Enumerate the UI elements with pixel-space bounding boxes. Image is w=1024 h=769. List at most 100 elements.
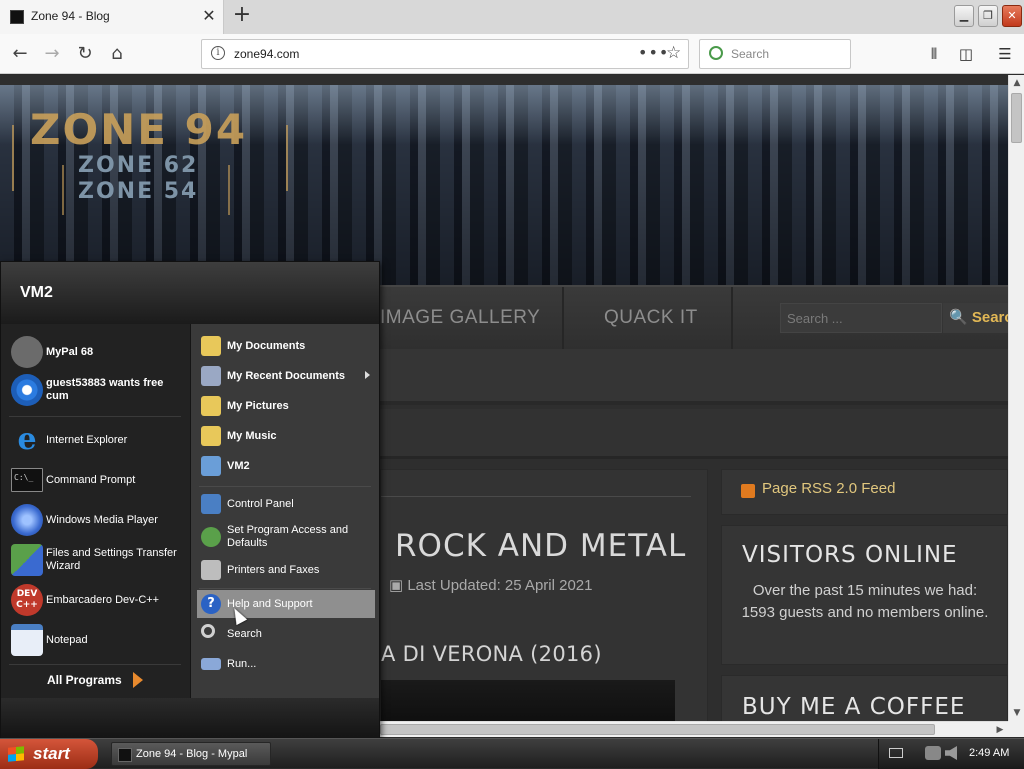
chrome-icon xyxy=(11,374,43,406)
program-notepad[interactable]: Notepad xyxy=(7,622,187,658)
place-label: Control Panel xyxy=(227,497,294,510)
ie-icon: e xyxy=(17,422,37,457)
start-button[interactable]: start xyxy=(0,739,98,769)
home-icon[interactable]: ⌂ xyxy=(103,40,131,68)
site-search-button-label: Search xyxy=(971,309,1008,326)
header-banner: ZONE 94 ZONE 62 ZONE 54 xyxy=(0,85,1008,285)
place-my-music[interactable]: My Music xyxy=(197,422,375,450)
menu-separator xyxy=(199,486,371,487)
help-icon: ? xyxy=(201,594,221,614)
magnifier-icon: 🔍 xyxy=(949,309,968,326)
place-my-documents[interactable]: My Documents xyxy=(197,332,375,360)
site-search-input[interactable]: Search ... xyxy=(780,303,942,333)
forward-arrow-icon[interactable]: → xyxy=(38,40,66,68)
program-transfer-wizard[interactable]: Files and Settings Transfer Wizard xyxy=(7,542,187,578)
close-window-button[interactable]: ✕ xyxy=(1002,5,1022,27)
browser-search-input[interactable]: Search xyxy=(699,39,851,69)
menu-separator xyxy=(199,588,371,589)
url-text[interactable]: zone94.com xyxy=(234,47,299,61)
program-media-player[interactable]: Windows Media Player xyxy=(7,502,187,538)
minimize-button[interactable]: ▁ xyxy=(954,5,974,27)
control-panel-icon xyxy=(201,494,221,514)
new-tab-button[interactable]: + xyxy=(230,4,254,28)
computer-icon xyxy=(201,456,221,476)
clock[interactable]: 2:49 AM xyxy=(969,747,1009,759)
close-tab-icon[interactable]: ✕ xyxy=(200,7,218,25)
hamburger-menu-icon[interactable]: ☰ xyxy=(995,44,1015,64)
place-control-panel[interactable]: Control Panel xyxy=(197,490,375,518)
sidebar-icon[interactable]: ◫ xyxy=(956,44,976,64)
music-folder-icon xyxy=(201,426,221,446)
start-menu-header: VM2 xyxy=(1,262,379,324)
program-internet-explorer[interactable]: e Internet Explorer xyxy=(7,422,187,458)
volume-icon[interactable] xyxy=(945,746,957,760)
program-devcpp[interactable]: DEV C++ Embarcadero Dev-C++ xyxy=(7,582,187,618)
article-image[interactable] xyxy=(381,680,675,721)
site-info-icon[interactable]: i xyxy=(211,46,225,60)
site-favicon-icon xyxy=(10,10,24,24)
reload-icon[interactable]: ↻ xyxy=(71,40,99,68)
article-date: ▣ Last Updated: 25 April 2021 xyxy=(389,576,592,594)
calendar-icon: ▣ xyxy=(389,577,408,594)
tab-zone94[interactable]: Zone 94 - Blog ✕ xyxy=(0,0,224,34)
keyboard-icon[interactable] xyxy=(889,748,903,758)
cmd-icon: C:\_ xyxy=(11,468,43,492)
program-command-prompt[interactable]: C:\_ Command Prompt xyxy=(7,462,187,498)
library-icon[interactable]: ⫴ xyxy=(924,44,944,64)
menu-image-gallery[interactable]: IMAGE GALLERY xyxy=(380,307,540,329)
taskbar: start Zone 94 - Blog - Mypal 2:49 AM xyxy=(0,738,1024,769)
run-icon xyxy=(201,658,221,670)
taskbar-window-button[interactable]: Zone 94 - Blog - Mypal xyxy=(111,742,271,766)
article-subtitle[interactable]: A DI VERONA (2016) xyxy=(381,642,602,666)
mypal-window-icon xyxy=(118,748,132,762)
place-help-support[interactable]: ? Help and Support xyxy=(197,590,375,618)
article-title[interactable]: ROCK AND METAL xyxy=(395,528,686,564)
scroll-right-icon[interactable]: ▶ xyxy=(992,722,1008,738)
program-label: Files and Settings Transfer Wizard xyxy=(46,547,177,572)
page-actions-icon[interactable]: ••• xyxy=(638,43,669,62)
place-program-defaults[interactable]: Set Program Access and Defaults xyxy=(197,520,375,554)
program-chrome[interactable]: guest53883 wants free cum xyxy=(7,372,187,408)
vertical-scroll-thumb[interactable] xyxy=(1011,93,1022,143)
network-icon[interactable] xyxy=(925,746,941,760)
navigation-bar: ← → ↻ ⌂ i zone94.com ••• ☆ Search ⫴ ◫ ☰ xyxy=(0,34,1024,74)
coffee-card: BUY ME A COFFEE xyxy=(721,675,1008,721)
printer-icon xyxy=(201,560,221,580)
url-bar[interactable]: i zone94.com ••• ☆ xyxy=(201,39,689,69)
taskbar-window-label: Zone 94 - Blog - Mypal xyxy=(136,748,248,760)
menu-quack-it[interactable]: QUACK IT xyxy=(604,307,698,329)
visitors-text: Over the past 15 minutes we had: 1593 gu… xyxy=(741,582,989,621)
restore-button[interactable]: ❐ xyxy=(978,5,998,27)
rss-link[interactable]: Page RSS 2.0 Feed xyxy=(762,480,895,497)
scroll-down-icon[interactable]: ▼ xyxy=(1009,705,1024,721)
back-arrow-icon[interactable]: ← xyxy=(6,40,34,68)
place-search[interactable]: Search xyxy=(197,620,375,648)
tab-bar: Zone 94 - Blog ✕ + ▁ ❐ ✕ xyxy=(0,0,1024,34)
user-name: VM2 xyxy=(20,284,53,301)
submenu-arrow-icon xyxy=(365,371,370,379)
vertical-scrollbar[interactable]: ▲ ▼ xyxy=(1008,75,1024,721)
program-label: Internet Explorer xyxy=(46,433,128,446)
place-printers[interactable]: Printers and Faxes xyxy=(197,556,375,584)
place-recent-documents[interactable]: My Recent Documents xyxy=(197,362,375,390)
horizontal-scrollbar[interactable]: ▶ xyxy=(380,721,1008,737)
place-my-computer[interactable]: VM2 xyxy=(197,452,375,480)
place-label: VM2 xyxy=(227,459,250,472)
site-logo[interactable]: ZONE 94 xyxy=(30,105,247,154)
visitors-heading: VISITORS ONLINE xyxy=(742,542,958,568)
place-my-pictures[interactable]: My Pictures xyxy=(197,392,375,420)
place-run[interactable]: Run... xyxy=(197,650,375,678)
place-label: Search xyxy=(227,627,262,640)
all-programs-arrow-icon xyxy=(133,672,143,688)
program-mypal[interactable]: MyPal 68 xyxy=(7,334,187,370)
program-label: Command Prompt xyxy=(46,473,136,486)
scroll-up-icon[interactable]: ▲ xyxy=(1009,75,1024,91)
search-placeholder: Search xyxy=(731,47,770,61)
start-label: start xyxy=(33,744,70,763)
site-search-button[interactable]: 🔍 Search xyxy=(943,303,1008,333)
all-programs-button[interactable]: All Programs xyxy=(47,673,122,687)
program-label: Windows Media Player xyxy=(46,513,158,526)
bookmark-star-icon[interactable]: ☆ xyxy=(666,43,681,63)
place-label: Printers and Faxes xyxy=(227,563,320,576)
horizontal-scroll-thumb[interactable] xyxy=(380,724,935,735)
